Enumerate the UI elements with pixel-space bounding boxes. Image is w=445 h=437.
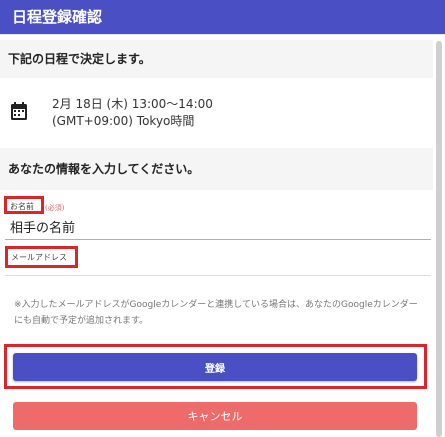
name-label-highlight [4,196,44,214]
header-divider [0,34,445,35]
confirm-text: 下記の日程で決定します。 [8,52,151,66]
schedule-timezone: (GMT+09:00) Tokyo時間 [52,114,195,128]
confirm-banner: 下記の日程で決定します。 [0,40,445,78]
submit-button[interactable]: 登録 [13,353,417,381]
input-prompt-text: あなたの情報を入力してください。 [8,162,200,176]
google-calendar-note: ※入力したメールアドレスがGoogleカレンダーと連携している場合は、あなたのG… [14,300,418,326]
email-label-highlight [5,246,78,268]
name-input-underline [5,239,431,240]
email-input-underline [5,275,431,276]
dialog-title: 日程登録確認 [12,8,103,26]
scrollbar[interactable] [433,35,445,437]
schedule-datetime: 2月 18日 (木) 13:00〜14:00 [52,97,213,111]
input-prompt-banner: あなたの情報を入力してください。 [0,148,445,190]
calendar-icon [11,102,27,120]
required-badge: (必須) [45,204,65,212]
scrollbar-thumb[interactable] [436,41,442,437]
name-input[interactable]: 相手の名前 [10,217,75,236]
dialog-header: 日程登録確認 [0,0,445,34]
cancel-button[interactable]: キャンセル [13,402,417,430]
schedule-summary: 2月 18日 (木) 13:00〜14:00 (GMT+09:00) Tokyo… [0,84,445,142]
